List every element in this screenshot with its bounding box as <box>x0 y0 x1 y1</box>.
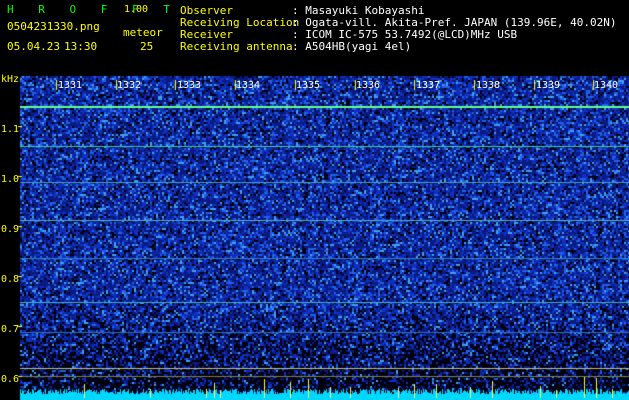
y-tick-label: 1.0 <box>1 174 20 185</box>
app-title: H R O F F T <box>7 3 179 16</box>
y-axis-unit: kHz <box>1 74 20 85</box>
x-tick-label: 1332 <box>117 80 142 91</box>
spectrogram-canvas <box>0 0 629 400</box>
filename: 0504231330.png <box>7 20 100 33</box>
date: 05.04.23 <box>7 40 60 53</box>
meteor-label: meteor <box>123 26 163 39</box>
x-tick-label: 1333 <box>177 80 202 91</box>
y-tick-label: 0.6 <box>1 374 20 385</box>
y-tick-label: 0.8 <box>1 274 20 285</box>
x-tick-label: 1331 <box>58 80 83 91</box>
info-label-antenna: Receiving antenna <box>180 40 293 53</box>
info-value-antenna: : A504HB(yagi 4el) <box>292 40 412 53</box>
app-version: 1.00 <box>124 4 149 15</box>
x-tick-label: 1337 <box>416 80 441 91</box>
x-tick-label: 1334 <box>236 80 261 91</box>
y-tick-label: 1.1 <box>1 124 20 135</box>
x-tick-label: 1335 <box>296 80 321 91</box>
meteor-count: 25 <box>140 40 154 53</box>
x-tick-label: 1340 <box>594 80 619 91</box>
x-tick-label: 1336 <box>356 80 381 91</box>
y-tick-label: 0.7 <box>1 324 20 335</box>
x-tick-label: 1338 <box>476 80 501 91</box>
time: 13:30 <box>64 40 98 53</box>
y-tick-label: 0.9 <box>1 224 20 235</box>
x-tick-label: 1339 <box>536 80 561 91</box>
